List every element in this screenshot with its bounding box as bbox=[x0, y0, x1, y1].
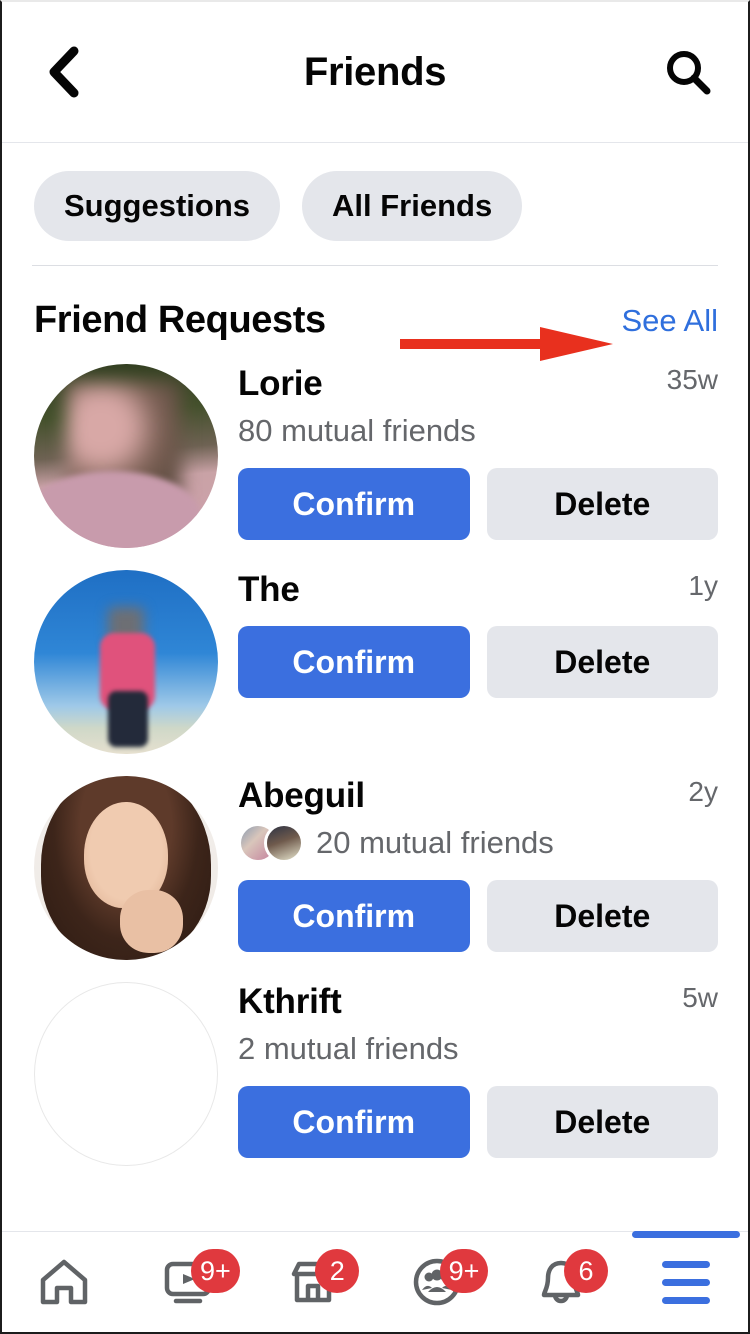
nav-item-notifications[interactable]: 6 bbox=[499, 1232, 623, 1332]
action-button-row: Confirm Delete bbox=[238, 880, 718, 952]
request-top-line: The 1y bbox=[238, 570, 718, 610]
confirm-button[interactable]: Confirm bbox=[238, 1086, 470, 1158]
avatar[interactable] bbox=[34, 570, 218, 754]
friend-request-row[interactable]: The 1y Confirm Delete bbox=[2, 570, 748, 754]
confirm-button[interactable]: Confirm bbox=[238, 626, 470, 698]
action-button-row: Confirm Delete bbox=[238, 626, 718, 698]
request-body: Kthrift 5w 2 mutual friends Confirm Dele… bbox=[218, 982, 718, 1166]
app-header: Friends bbox=[2, 2, 748, 143]
mutual-friends-line: 2 mutual friends bbox=[238, 1028, 718, 1070]
section-title: Friend Requests bbox=[34, 299, 326, 341]
request-timestamp: 1y bbox=[688, 570, 718, 601]
request-body: Abeguil 2y 20 mutual friends Confirm Del… bbox=[218, 776, 718, 960]
friend-requests-header: Friend Requests See All bbox=[2, 266, 748, 364]
badge-notifications: 6 bbox=[563, 1249, 608, 1293]
delete-button[interactable]: Delete bbox=[486, 1086, 718, 1158]
badge-marketplace: 2 bbox=[315, 1249, 360, 1293]
badge-video: 9+ bbox=[190, 1249, 240, 1293]
mutual-friends-text: 80 mutual friends bbox=[238, 413, 476, 448]
chip-all-friends[interactable]: All Friends bbox=[302, 171, 523, 241]
chip-suggestions[interactable]: Suggestions bbox=[34, 171, 281, 241]
page-title: Friends bbox=[303, 49, 447, 94]
request-top-line: Kthrift 5w bbox=[238, 982, 718, 1022]
bottom-navigation-bar: 9+ 2 9+ 6 bbox=[2, 1231, 748, 1332]
mutual-friends-text: 20 mutual friends bbox=[316, 825, 554, 860]
friend-name[interactable]: The bbox=[238, 570, 300, 610]
request-body: The 1y Confirm Delete bbox=[218, 570, 718, 754]
friend-name[interactable]: Abeguil bbox=[238, 776, 365, 816]
action-button-row: Confirm Delete bbox=[238, 1086, 718, 1158]
home-icon bbox=[40, 1259, 88, 1305]
delete-button[interactable]: Delete bbox=[486, 468, 718, 540]
nav-item-marketplace[interactable]: 2 bbox=[251, 1232, 375, 1332]
friend-request-list: Lorie 35w 80 mutual friends Confirm Dele… bbox=[2, 364, 748, 1166]
mutual-friend-avatars bbox=[238, 823, 304, 863]
confirm-button[interactable]: Confirm bbox=[238, 468, 470, 540]
mutual-friends-line: 20 mutual friends bbox=[238, 822, 718, 864]
friend-request-row[interactable]: Abeguil 2y 20 mutual friends Confirm Del… bbox=[2, 776, 748, 960]
request-body: Lorie 35w 80 mutual friends Confirm Dele… bbox=[218, 364, 718, 548]
filter-chip-row: Suggestions All Friends bbox=[2, 143, 748, 265]
badge-groups: 9+ bbox=[439, 1249, 489, 1293]
avatar[interactable] bbox=[34, 982, 218, 1166]
avatar[interactable] bbox=[34, 364, 218, 548]
nav-item-groups[interactable]: 9+ bbox=[375, 1232, 499, 1332]
action-button-row: Confirm Delete bbox=[238, 468, 718, 540]
mutual-friends-line: 80 mutual friends bbox=[238, 410, 718, 452]
chevron-left-icon bbox=[49, 46, 79, 98]
confirm-button[interactable]: Confirm bbox=[238, 880, 470, 952]
search-icon bbox=[667, 51, 711, 95]
friends-screen: Friends Suggestions All Friends Friend R… bbox=[0, 0, 750, 1334]
request-top-line: Abeguil 2y bbox=[238, 776, 718, 816]
request-timestamp: 35w bbox=[666, 364, 718, 395]
nav-item-video[interactable]: 9+ bbox=[126, 1232, 250, 1332]
friend-request-row[interactable]: Lorie 35w 80 mutual friends Confirm Dele… bbox=[2, 364, 748, 548]
friend-name[interactable]: Lorie bbox=[238, 364, 323, 404]
delete-button[interactable]: Delete bbox=[486, 626, 718, 698]
request-timestamp: 2y bbox=[688, 776, 718, 807]
menu-icon bbox=[661, 1260, 710, 1304]
avatar[interactable] bbox=[34, 776, 218, 960]
nav-item-home[interactable] bbox=[2, 1232, 126, 1332]
search-button[interactable] bbox=[658, 42, 718, 102]
request-timestamp: 5w bbox=[682, 982, 718, 1013]
delete-button[interactable]: Delete bbox=[486, 880, 718, 952]
friend-request-row[interactable]: Kthrift 5w 2 mutual friends Confirm Dele… bbox=[2, 982, 748, 1166]
back-button[interactable] bbox=[32, 42, 92, 102]
see-all-link[interactable]: See All bbox=[621, 303, 718, 339]
request-top-line: Lorie 35w bbox=[238, 364, 718, 404]
mutual-friends-text: 2 mutual friends bbox=[238, 1031, 459, 1066]
nav-item-menu[interactable] bbox=[624, 1231, 748, 1332]
mutual-avatar bbox=[264, 823, 304, 863]
friend-name[interactable]: Kthrift bbox=[238, 982, 342, 1022]
